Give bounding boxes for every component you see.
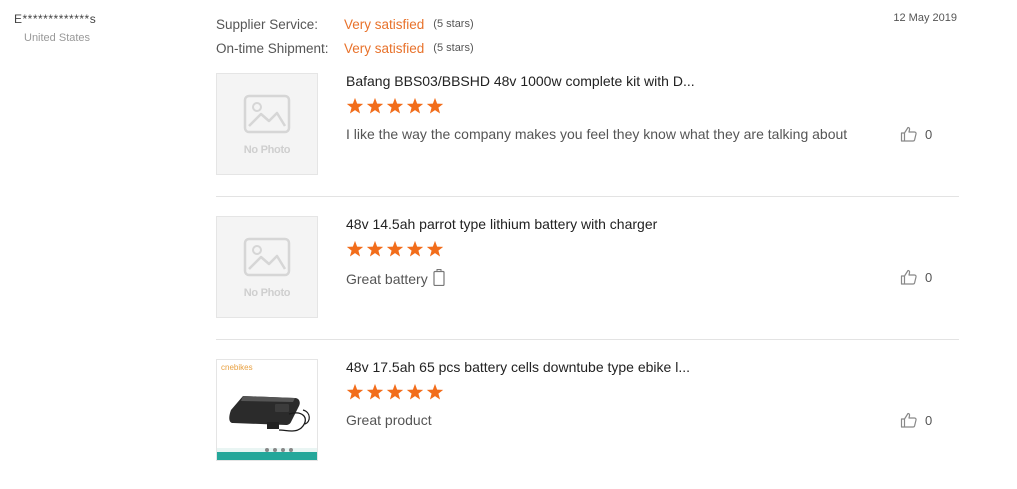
buyer-info: E*************s United States <box>14 12 96 44</box>
rating-value: Very satisfied <box>344 16 425 32</box>
review-comment: Great product <box>346 412 432 428</box>
product-thumbnail[interactable]: No Photo <box>216 73 318 175</box>
product-title[interactable]: Bafang BBS03/BBSHD 48v 1000w complete ki… <box>346 73 695 89</box>
star-icon <box>366 383 384 400</box>
star-icon <box>386 97 404 114</box>
star-rating <box>346 97 446 115</box>
buyer-country: United States <box>24 32 91 44</box>
no-photo-label: No Photo <box>243 144 291 156</box>
thumbs-up-icon <box>900 269 917 285</box>
review-comment: Great battery <box>346 269 445 289</box>
star-icon <box>426 97 444 114</box>
star-icon <box>366 240 384 257</box>
no-photo-label: No Photo <box>243 287 291 299</box>
star-icon <box>406 240 424 257</box>
like-button[interactable]: 0 <box>900 411 932 429</box>
product-thumbnail[interactable]: No Photo <box>216 216 318 318</box>
image-placeholder-icon <box>243 237 291 277</box>
thumbs-up-icon <box>900 126 917 142</box>
review-comment: I like the way the company makes you fee… <box>346 126 847 142</box>
review-comment-text: Great product <box>346 412 432 428</box>
rating-value: Very satisfied <box>344 40 425 56</box>
star-icon <box>366 97 384 114</box>
review-item: No Photo 48v 14.5ah parrot type lithium … <box>216 216 959 340</box>
review-date: 12 May 2019 <box>893 12 957 24</box>
star-icon <box>426 383 444 400</box>
review-item: No Photo Bafang BBS03/BBSHD 48v 1000w co… <box>216 73 959 197</box>
thumbs-up-icon <box>900 412 917 428</box>
buyer-name: E*************s <box>14 12 97 26</box>
like-button[interactable]: 0 <box>900 125 932 143</box>
star-icon <box>346 97 364 114</box>
like-count: 0 <box>925 412 933 428</box>
supplier-ratings: Supplier Service: Very satisfied (5 star… <box>216 12 474 60</box>
star-icon <box>386 240 404 257</box>
like-count: 0 <box>925 269 933 285</box>
product-title[interactable]: 48v 14.5ah parrot type lithium battery w… <box>346 216 657 232</box>
star-icon <box>346 240 364 257</box>
battery-product-image <box>217 396 317 460</box>
product-title[interactable]: 48v 17.5ah 65 pcs battery cells downtube… <box>346 359 690 375</box>
star-rating <box>346 383 446 401</box>
star-icon <box>346 383 364 400</box>
review-comment-text: Great battery <box>346 271 428 287</box>
star-icon <box>386 383 404 400</box>
image-placeholder-icon <box>243 94 291 134</box>
rating-row-supplier-service: Supplier Service: Very satisfied (5 star… <box>216 12 474 36</box>
review-comment-text: I like the way the company makes you fee… <box>346 126 848 142</box>
star-icon <box>426 240 444 257</box>
like-count: 0 <box>925 126 933 142</box>
product-thumbnail[interactable]: cnebikes <box>216 359 318 461</box>
review-item: cnebikes 48v 17.5ah 65 pcs battery cells… <box>216 359 959 482</box>
rating-label: Supplier Service: <box>216 16 319 32</box>
rating-label: On-time Shipment: <box>216 40 329 56</box>
star-rating <box>346 240 446 258</box>
like-button[interactable]: 0 <box>900 268 932 286</box>
rating-stars-text: (5 stars) <box>433 18 474 30</box>
rating-stars-text: (5 stars) <box>433 42 474 54</box>
star-icon <box>406 383 424 400</box>
battery-icon <box>433 269 445 289</box>
star-icon <box>406 97 424 114</box>
rating-row-on-time-shipment: On-time Shipment: Very satisfied (5 star… <box>216 36 474 60</box>
